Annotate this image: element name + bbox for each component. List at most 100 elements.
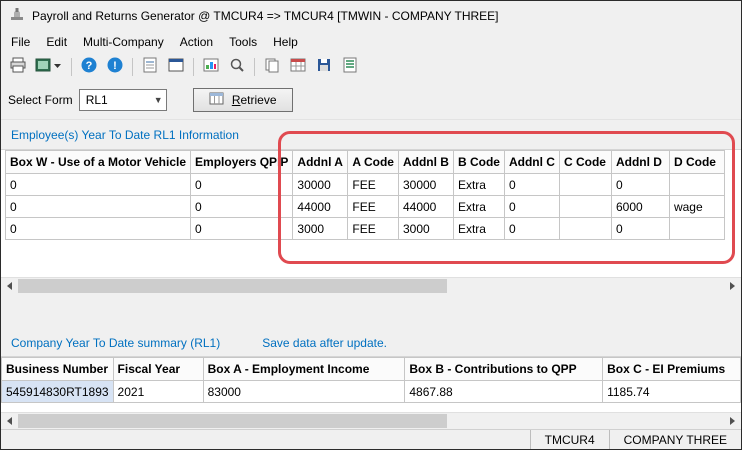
scroll-left-arrow-icon[interactable] xyxy=(1,413,18,429)
column-header-d-code[interactable]: D Code xyxy=(669,151,724,174)
menu-tools[interactable]: Tools xyxy=(221,32,265,52)
column-header-box-b[interactable]: Box B - Contributions to QPP xyxy=(405,358,603,381)
toolbar-separator xyxy=(254,58,255,76)
company-section-title: Company Year To Date summary (RL1) xyxy=(11,336,220,350)
copy-button[interactable] xyxy=(259,55,285,79)
table-row: 0 0 30000 FEE 30000 Extra 0 0 xyxy=(6,174,725,196)
menu-file[interactable]: File xyxy=(3,32,38,52)
grid-cell[interactable]: 30000 xyxy=(398,174,453,196)
grid-cell[interactable]: 0 xyxy=(191,174,293,196)
grid-cell[interactable] xyxy=(559,174,611,196)
app-stamp-icon xyxy=(9,6,25,27)
grid-cell[interactable]: 0 xyxy=(191,196,293,218)
column-header-box-w[interactable]: Box W - Use of a Motor Vehicle xyxy=(6,151,191,174)
grid-button[interactable] xyxy=(285,55,311,79)
scroll-right-arrow-icon[interactable] xyxy=(724,413,741,429)
grid-cell[interactable]: wage xyxy=(669,196,724,218)
help-icon: ? xyxy=(80,56,98,79)
grid-cell-box-b[interactable]: 4867.88 xyxy=(405,381,603,403)
column-header-addnl-d[interactable]: Addnl D xyxy=(611,151,669,174)
employee-hscrollbar[interactable] xyxy=(1,277,741,294)
search-icon xyxy=(228,56,246,79)
company-table: Business Number Fiscal Year Box A - Empl… xyxy=(1,357,741,403)
column-header-box-c[interactable]: Box C - EI Premiums xyxy=(603,358,741,381)
grid-cell[interactable]: Extra xyxy=(453,174,504,196)
column-header-c-code[interactable]: C Code xyxy=(559,151,611,174)
column-header-a-code[interactable]: A Code xyxy=(348,151,399,174)
print-button[interactable] xyxy=(5,55,31,79)
scroll-left-arrow-icon[interactable] xyxy=(1,278,18,294)
table-row: 0 0 3000 FEE 3000 Extra 0 0 xyxy=(6,218,725,240)
grid-cell-box-c[interactable]: 1185.74 xyxy=(603,381,741,403)
scroll-right-arrow-icon[interactable] xyxy=(724,278,741,294)
grid-cell[interactable]: 3000 xyxy=(398,218,453,240)
column-header-employers-qpip[interactable]: Employers QPIP xyxy=(191,151,293,174)
grid-cell[interactable]: FEE xyxy=(348,174,399,196)
menu-action[interactable]: Action xyxy=(172,32,221,52)
grid-cell[interactable]: Extra xyxy=(453,218,504,240)
report-icon xyxy=(341,56,359,79)
window-button[interactable] xyxy=(163,55,189,79)
grid-cell[interactable]: 0 xyxy=(6,174,191,196)
grid-cell[interactable]: 0 xyxy=(191,218,293,240)
column-header-business-number[interactable]: Business Number xyxy=(2,358,114,381)
select-form-label: Select Form xyxy=(8,93,73,107)
grid-cell-business-number[interactable]: 545914830RT1893 xyxy=(2,381,114,403)
grid-cell[interactable]: 0 xyxy=(6,218,191,240)
export-button[interactable] xyxy=(31,55,67,79)
company-hscrollbar[interactable] xyxy=(1,412,741,429)
title-bar[interactable]: Payroll and Returns Generator @ TMCUR4 =… xyxy=(1,1,741,31)
chevron-down-icon: ▼ xyxy=(154,95,163,105)
scrollbar-thumb[interactable] xyxy=(18,279,447,293)
grid-cell[interactable]: 0 xyxy=(611,218,669,240)
grid-cell[interactable]: Extra xyxy=(453,196,504,218)
company-section-band: Company Year To Date summary (RL1) Save … xyxy=(1,330,741,356)
grid-cell[interactable]: 30000 xyxy=(293,174,348,196)
grid-cell[interactable]: 44000 xyxy=(398,196,453,218)
employee-section-band: Employee(s) Year To Date RL1 Information xyxy=(1,119,741,149)
save-icon xyxy=(315,56,333,79)
save-data-note: Save data after update. xyxy=(262,336,387,350)
menu-bar: File Edit Multi-Company Action Tools Hel… xyxy=(1,31,741,53)
column-header-b-code[interactable]: B Code xyxy=(453,151,504,174)
save-button[interactable] xyxy=(311,55,337,79)
grid-cell-box-a[interactable]: 83000 xyxy=(203,381,405,403)
table-row: 545914830RT1893 2021 83000 4867.88 1185.… xyxy=(2,381,741,403)
grid-cell[interactable]: FEE xyxy=(348,196,399,218)
grid-cell[interactable] xyxy=(559,218,611,240)
grid-cell[interactable]: 0 xyxy=(6,196,191,218)
grid-cell[interactable] xyxy=(669,218,724,240)
help-button[interactable]: ? xyxy=(76,55,102,79)
column-header-box-a[interactable]: Box A - Employment Income xyxy=(203,358,405,381)
report-button[interactable] xyxy=(337,55,363,79)
grid-cell[interactable]: 6000 xyxy=(611,196,669,218)
retrieve-button[interactable]: Retrieve xyxy=(193,88,293,112)
grid-cell[interactable]: 44000 xyxy=(293,196,348,218)
about-button[interactable]: ! xyxy=(102,55,128,79)
grid-cell[interactable] xyxy=(669,174,724,196)
chart-button[interactable] xyxy=(198,55,224,79)
status-company: COMPANY THREE xyxy=(609,430,741,449)
form-button[interactable] xyxy=(137,55,163,79)
grid-cell[interactable] xyxy=(559,196,611,218)
search-button[interactable] xyxy=(224,55,250,79)
grid-cell[interactable]: 0 xyxy=(504,196,559,218)
grid-cell-fiscal-year[interactable]: 2021 xyxy=(113,381,203,403)
retrieve-button-label: Retrieve xyxy=(232,93,277,107)
document-icon xyxy=(141,56,159,79)
scrollbar-thumb[interactable] xyxy=(18,414,447,428)
menu-multi-company[interactable]: Multi-Company xyxy=(75,32,172,52)
copy-icon xyxy=(263,56,281,79)
column-header-fiscal-year[interactable]: Fiscal Year xyxy=(113,358,203,381)
grid-cell[interactable]: 3000 xyxy=(293,218,348,240)
form-select[interactable]: RL1 ▼ xyxy=(79,89,167,111)
grid-cell[interactable]: 0 xyxy=(504,174,559,196)
grid-cell[interactable]: FEE xyxy=(348,218,399,240)
column-header-addnl-c[interactable]: Addnl C xyxy=(504,151,559,174)
column-header-addnl-b[interactable]: Addnl B xyxy=(398,151,453,174)
menu-edit[interactable]: Edit xyxy=(38,32,75,52)
menu-help[interactable]: Help xyxy=(265,32,306,52)
grid-cell[interactable]: 0 xyxy=(611,174,669,196)
grid-cell[interactable]: 0 xyxy=(504,218,559,240)
column-header-addnl-a[interactable]: Addnl A xyxy=(293,151,348,174)
